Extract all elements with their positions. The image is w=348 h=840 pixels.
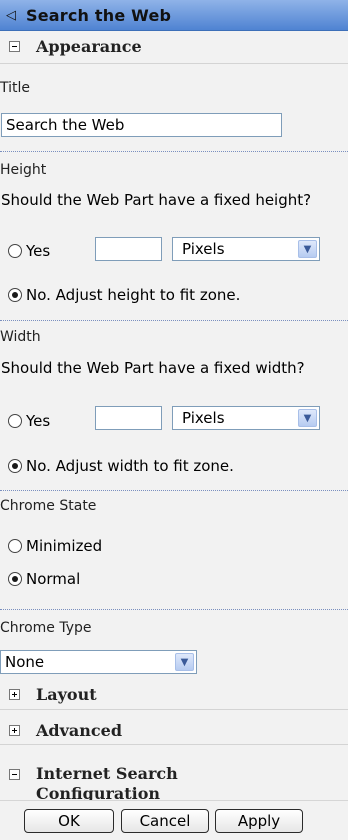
width-question: Should the Web Part have a fixed width? (1, 359, 305, 377)
width-no-option[interactable]: No. Adjust width to fit zone. (8, 457, 234, 475)
divider (0, 609, 348, 610)
width-unit-select[interactable]: Pixels ▼ (172, 406, 320, 430)
cancel-button[interactable]: Cancel (121, 809, 209, 833)
divider (0, 320, 348, 321)
height-yes-radio[interactable] (8, 244, 22, 258)
width-value-input[interactable] (95, 406, 162, 430)
internet-search-header-label: Internet Search Configuration (36, 764, 178, 803)
height-yes-option[interactable]: Yes (8, 242, 50, 260)
chrome-state-normal-option[interactable]: Normal (8, 570, 80, 588)
chrome-type-label: Chrome Type (0, 620, 92, 636)
height-no-option[interactable]: No. Adjust height to fit zone. (8, 286, 240, 304)
layout-section-header[interactable]: Layout (0, 681, 348, 707)
back-arrow-icon[interactable]: ◁ (6, 8, 24, 23)
width-yes-label: Yes (26, 412, 51, 430)
width-no-label: No. Adjust width to fit zone. (26, 457, 234, 475)
apply-button[interactable]: Apply (215, 809, 303, 833)
tool-pane-titlebar: ◁ Search the Web (0, 0, 348, 31)
width-unit-value: Pixels (182, 409, 225, 427)
collapse-icon[interactable] (9, 40, 20, 52)
height-value-input[interactable] (95, 237, 162, 261)
height-question: Should the Web Part have a fixed height? (1, 191, 312, 209)
collapse-icon[interactable] (9, 769, 20, 780)
appearance-header-label: Appearance (36, 36, 142, 56)
normal-radio[interactable] (8, 572, 22, 586)
chevron-down-icon[interactable]: ▼ (298, 409, 317, 427)
width-yes-option[interactable]: Yes (8, 412, 50, 430)
height-unit-select[interactable]: Pixels ▼ (172, 237, 320, 261)
divider (0, 744, 348, 745)
expand-icon[interactable] (9, 724, 20, 736)
advanced-header-label: Advanced (36, 720, 123, 740)
height-no-label: No. Adjust height to fit zone. (26, 286, 241, 304)
divider (0, 63, 348, 64)
ok-button[interactable]: OK (24, 809, 114, 833)
width-label: Width (0, 329, 41, 345)
internet-search-section-header[interactable]: Internet Search Configuration (0, 764, 348, 804)
height-no-radio[interactable] (8, 288, 22, 302)
appearance-section-header[interactable]: Appearance (0, 33, 348, 59)
title-input[interactable] (1, 113, 282, 137)
tool-pane-title: Search the Web (26, 5, 172, 25)
height-label: Height (0, 162, 47, 178)
tool-pane: ◁ Search the Web Appearance Title Height… (0, 0, 348, 840)
height-unit-value: Pixels (182, 240, 225, 258)
normal-label: Normal (26, 570, 81, 588)
chrome-type-select[interactable]: None ▼ (0, 650, 197, 674)
expand-icon[interactable] (9, 688, 20, 700)
width-yes-radio[interactable] (8, 414, 22, 428)
height-yes-label: Yes (26, 242, 51, 260)
footer-button-bar: OK Cancel Apply (0, 800, 348, 840)
divider (0, 490, 348, 491)
chrome-state-label: Chrome State (0, 498, 97, 514)
advanced-section-header[interactable]: Advanced (0, 717, 348, 743)
chevron-down-icon[interactable]: ▼ (175, 653, 194, 671)
chevron-down-icon[interactable]: ▼ (298, 240, 317, 258)
width-no-radio[interactable] (8, 459, 22, 473)
chrome-state-minimized-option[interactable]: Minimized (8, 537, 102, 555)
chrome-type-value: None (5, 653, 45, 671)
title-label: Title (0, 80, 31, 96)
divider (0, 709, 348, 710)
layout-header-label: Layout (36, 684, 97, 704)
minimized-label: Minimized (26, 537, 103, 555)
divider (0, 151, 348, 152)
minimized-radio[interactable] (8, 539, 22, 553)
